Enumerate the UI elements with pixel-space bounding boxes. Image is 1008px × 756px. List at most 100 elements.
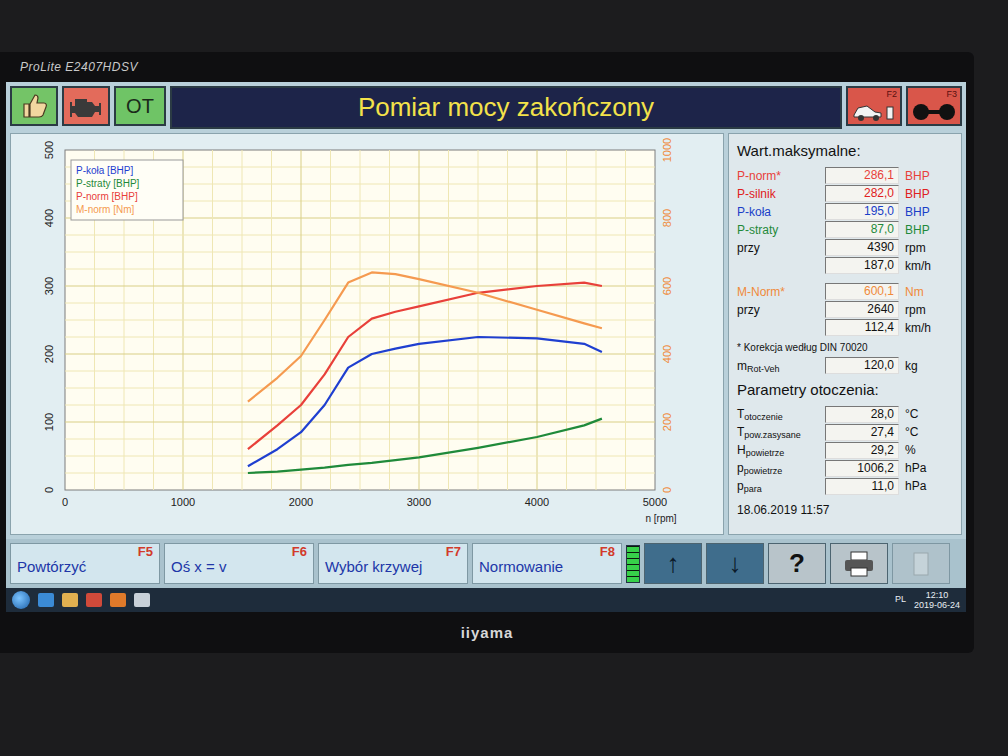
field-label: P-straty [737, 221, 819, 239]
engine-button[interactable] [62, 86, 110, 126]
dyno-app-icon[interactable] [134, 593, 150, 607]
start-icon[interactable] [12, 591, 30, 609]
icon-button[interactable]: ↑ [644, 543, 702, 584]
function-key-button[interactable]: F8Normowanie [472, 543, 622, 584]
function-key-code: F5 [138, 545, 153, 559]
y-tick: 400 [43, 209, 55, 227]
unit-label: BHP [905, 203, 953, 221]
rollers-icon [911, 99, 957, 123]
window-title: Pomiar mocy zakończony [170, 86, 842, 129]
value-box: 1006,2 [825, 460, 899, 477]
unit-label: BHP [905, 185, 953, 203]
unit-label: kg [905, 357, 953, 375]
folder-icon[interactable] [62, 593, 78, 607]
grid-line [596, 150, 597, 490]
value-box: 187,0 [825, 257, 899, 274]
x-tick: 1000 [171, 496, 195, 508]
series-line [248, 272, 602, 401]
value-row: 187,0km/h [737, 257, 953, 275]
x-tick: 0 [62, 496, 68, 508]
value-box: 87,0 [825, 221, 899, 238]
y2-tick: 1000 [661, 138, 673, 162]
icon-button[interactable]: ↓ [706, 543, 764, 584]
clock[interactable]: 12:102019-06-24 [914, 590, 960, 610]
label-text: m [737, 359, 747, 373]
grid-line [65, 473, 655, 474]
function-key-button[interactable]: F6Oś x = v [164, 543, 314, 584]
value-box: 28,0 [825, 406, 899, 423]
legend-item: P-norm [BHP] [76, 191, 138, 202]
function-key-label: Powtórzyć [17, 559, 153, 575]
unit-label: rpm [905, 301, 953, 319]
firefox-icon[interactable] [110, 593, 126, 607]
value-box: 282,0 [825, 185, 899, 202]
f3-button[interactable]: F3 [906, 86, 962, 126]
monitor-model: ProLite E2407HDSV [6, 58, 968, 82]
plot-area [65, 150, 655, 490]
field-label: ppowietrze [737, 459, 819, 477]
field-label: Hpowietrze [737, 441, 819, 459]
field-label: P-silnik [737, 185, 819, 203]
monitor-brand: iiyama [6, 612, 968, 645]
icon-button [892, 543, 950, 584]
value-box: 11,0 [825, 478, 899, 495]
value-row: ppowietrze1006,2hPa [737, 459, 953, 477]
function-key-button[interactable]: F7Wybór krzywej [318, 543, 468, 584]
unit-label: BHP [905, 221, 953, 239]
unit-label: BHP [905, 167, 953, 185]
unit-label: hPa [905, 477, 953, 495]
series-line [248, 419, 602, 473]
icon-button[interactable] [830, 543, 888, 584]
language-indicator[interactable]: PL [895, 593, 906, 607]
label-text: P-silnik [737, 187, 776, 201]
label-text: P-koła [737, 205, 771, 219]
label-text: M-Norm* [737, 285, 785, 299]
unit-label: rpm [905, 239, 953, 257]
button-glyph: ↑ [667, 544, 680, 583]
grid-line [65, 456, 655, 457]
f3-key-label: F3 [911, 89, 957, 99]
value-box: 120,0 [825, 357, 899, 374]
label-subscript: powietrze [746, 448, 785, 458]
value-row: przy2640rpm [737, 301, 953, 319]
value-box: 4390 [825, 239, 899, 256]
unit-label: Nm [905, 283, 953, 301]
grid-line [625, 150, 626, 490]
ok-button[interactable] [10, 86, 58, 126]
ot-button[interactable]: OT [114, 86, 166, 126]
y2-tick: 200 [661, 413, 673, 431]
y2-tick: 0 [661, 487, 673, 493]
label-subscript: Rot-Veh [747, 364, 780, 374]
spacer [737, 275, 953, 283]
f2-key-label: F2 [851, 89, 897, 99]
timestamp: 18.06.2019 11:57 [737, 501, 953, 519]
monitor: ProLite E2407HDSV OT Pomiar mocy zakończ… [0, 52, 974, 653]
car-icon [851, 99, 897, 123]
legend-item: M-norm [Nm] [76, 204, 135, 215]
value-row: Tpow.zasysane27,4°C [737, 423, 953, 441]
function-key-button[interactable]: F5Powtórzyć [10, 543, 160, 584]
field-label: mRot-Veh [737, 357, 819, 375]
icon-button[interactable]: ? [768, 543, 826, 584]
y-tick: 500 [43, 141, 55, 159]
function-key-label: Wybór krzywej [325, 559, 461, 575]
printer-paper [851, 552, 867, 560]
label-subscript: powietrze [744, 466, 783, 476]
chart-legend: P-koła [BHP]P-straty [BHP]P-norm [BHP]M-… [71, 160, 183, 220]
media-icon[interactable] [86, 593, 102, 607]
clock-time: 12:10 [914, 590, 960, 600]
field-label: przy [737, 301, 819, 319]
x-tick: 4000 [525, 496, 549, 508]
ie-icon[interactable] [38, 593, 54, 607]
y-tick: 200 [43, 345, 55, 363]
value-box: 27,4 [825, 424, 899, 441]
field-label: P-norm* [737, 167, 819, 185]
legend-box [71, 160, 183, 220]
value-row: P-norm*286,1BHP [737, 167, 953, 185]
button-glyph: ? [789, 544, 805, 583]
f2-button[interactable]: F2 [846, 86, 902, 126]
field-label: Tpow.zasysane [737, 423, 819, 441]
label-subscript: pow.zasysane [744, 430, 801, 440]
x-tick: 3000 [407, 496, 431, 508]
grid-line [65, 439, 655, 440]
